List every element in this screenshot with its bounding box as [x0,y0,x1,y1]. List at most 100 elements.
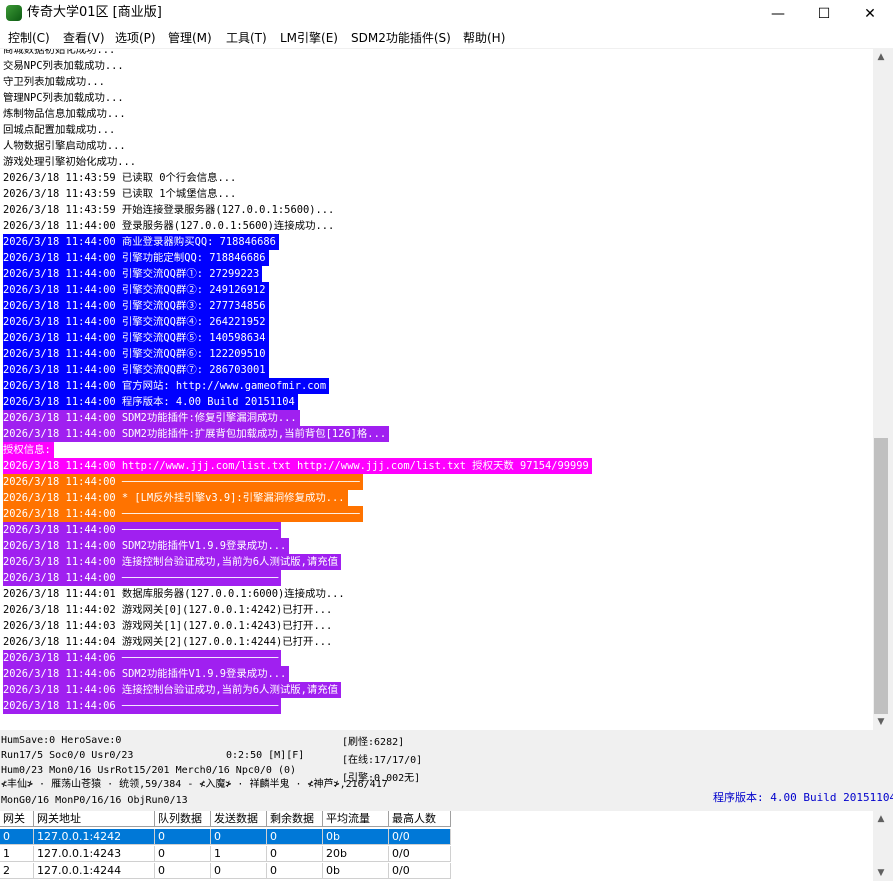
menu-lm-engine[interactable]: LM引擎(E) [280,30,338,46]
log-line: 2026/3/18 11:44:01 数据库服务器(127.0.0.1:6000… [3,586,348,602]
app-icon [6,5,22,21]
table-scrollbar[interactable]: ▲ ▼ [873,811,889,881]
log-line: 授权信息: [3,442,54,458]
menu-options[interactable]: 选项(P) [115,30,156,46]
log-line: 2026/3/18 11:44:04 游戏网关[2](127.0.0.1:424… [3,634,336,650]
log-line: 2026/3/18 11:44:06 ─────────────────────… [3,698,282,714]
table-cell: 127.0.0.1:4243 [34,846,155,862]
table-cell: 0/0 [389,846,451,862]
log-line: 2026/3/18 11:44:00 SDM2功能插件:扩展背包加载成功,当前背… [3,426,390,442]
log-line: 2026/3/18 11:44:00 引擎交流QQ群④: 264221952 [3,314,269,330]
table-cell: 0 [267,846,323,862]
table-cell: 0 [155,846,211,862]
log-line: 回城点配置加载成功... [3,122,119,138]
column-header[interactable]: 平均流量 [323,811,389,827]
log-output[interactable]: 商城数据初始化成功... 交易NPC列表加载成功... 守卫列表加载成功... 管理N… [0,49,873,730]
log-line: 2026/3/18 11:44:00 官方网站: http://www.game… [3,378,330,394]
scroll-thumb[interactable] [874,438,888,714]
log-line: 2026/3/18 11:44:02 游戏网关[0](127.0.0.1:424… [3,602,336,618]
log-line: 2026/3/18 11:44:00 ─────────────────────… [3,522,282,538]
scroll-down-icon[interactable]: ▼ [873,714,889,730]
status-online: [在线:17/17/0] [342,755,423,766]
table-cell: 0b [323,863,389,879]
gateway-table: 网关 网关地址 队列数据 发送数据 剩余数据 平均流量 最高人数 0 127.0.0.1:424… [0,811,873,881]
version-label: 程序版本: 4.00 Build 20151104 [713,791,893,804]
log-line: 游戏处理引擎初始化成功... [3,154,140,170]
log-line: 2026/3/18 11:43:59 开始连接登录服务器(127.0.0.1:5… [3,202,338,218]
table-cell: 0 [267,863,323,879]
table-cell: 0b [323,829,389,845]
log-line: 2026/3/18 11:43:59 已读取 1个城堡信息... [3,186,240,202]
status-engine: [引擎:0.002无] [342,773,421,784]
table-cell: 0 [155,829,211,845]
table-cell: 0 [211,863,267,879]
log-line: 2026/3/18 11:44:00 引擎功能定制QQ: 718846686 [3,250,269,266]
log-line: 守卫列表加载成功... [3,74,108,90]
column-header[interactable]: 剩余数据 [267,811,323,827]
log-scrollbar[interactable]: ▲ ▼ [873,49,889,730]
log-line: 2026/3/18 11:44:00 连接控制台验证成功,当前为6人测试版,请充… [3,554,342,570]
table-cell: 127.0.0.1:4242 [34,829,155,845]
table-cell: 0/0 [389,863,451,879]
table-cell: 2 [0,863,34,879]
menu-tools[interactable]: 工具(T) [226,30,267,46]
menu-help[interactable]: 帮助(H) [463,30,505,46]
log-line: 2026/3/18 11:44:00 SDM2功能插件:修复引擎漏洞成功... [3,410,300,426]
log-line: 2026/3/18 11:44:00 * [LM反外挂引擎v3.9]:引擎漏洞修… [3,490,348,506]
table-cell: 1 [211,846,267,862]
table-cell: 127.0.0.1:4244 [34,863,155,879]
log-line: 管理NPC列表加载成功... [3,90,127,106]
log-line: 2026/3/18 11:43:59 已读取 0个行会信息... [3,170,240,186]
maximize-button[interactable]: ☐ [801,0,847,28]
table-cell: 0 [155,863,211,879]
log-line: 商城数据初始化成功... [3,49,119,58]
table-cell: 0 [267,829,323,845]
title-bar: 传奇大学01区 [商业版] — ☐ ✕ [0,0,893,28]
scroll-up-icon[interactable]: ▲ [873,49,889,65]
status-refresh: [刷怪:6282] [342,737,405,748]
menu-sdm2-plugin[interactable]: SDM2功能插件(S) [351,30,451,46]
column-header[interactable]: 网关 [0,811,34,827]
log-line: 2026/3/18 11:44:00 ─────────────────────… [3,506,363,522]
status-boss: ≮丰仙≯ · 雁荡山苍猿 · 统领,59/384 - ≮入魔≯ · 祥麟半鬼 ·… [1,779,388,790]
column-header[interactable]: 最高人数 [389,811,451,827]
menu-control[interactable]: 控制(C) [8,30,50,46]
status-panel: HumSave:0 HeroSave:0 Run17/5 Soc0/0 Usr0… [0,734,893,809]
menu-view[interactable]: 查看(V) [63,30,105,46]
column-header[interactable]: 发送数据 [211,811,267,827]
table-scroll-up-icon[interactable]: ▲ [873,811,889,827]
table-cell: 0/0 [389,829,451,845]
status-mon: MonG0/16 MonP0/16/16 ObjRun0/13 [1,795,188,806]
close-button[interactable]: ✕ [847,0,893,28]
status-hum: Hum0/23 Mon0/16 UsrRot15/201 Merch0/16 N… [1,765,297,776]
table-cell: 0 [0,829,34,845]
table-scroll-down-icon[interactable]: ▼ [873,865,889,881]
window-title: 传奇大学01区 [商业版] [27,5,162,20]
log-line: 2026/3/18 11:44:00 登录服务器(127.0.0.1:5600)… [3,218,338,234]
log-line: 2026/3/18 11:44:06 SDM2功能插件V1.9.9登录成功... [3,666,290,682]
log-line: 炼制物品信息加载成功... [3,106,129,122]
log-line: 2026/3/18 11:44:00 引擎交流QQ群⑥: 122209510 [3,346,269,362]
log-line: 2026/3/18 11:44:00 引擎交流QQ群②: 249126912 [3,282,269,298]
status-time: 0:2:50 [M][F] [226,750,305,761]
menu-manage[interactable]: 管理(M) [168,30,212,46]
log-line: 2026/3/18 11:44:00 商业登录器购买QQ: 718846686 [3,234,279,250]
log-line: 2026/3/18 11:44:00 程序版本: 4.00 Build 2015… [3,394,298,410]
log-line: 人物数据引擎启动成功... [3,138,129,154]
minimize-button[interactable]: — [755,0,801,28]
status-save: HumSave:0 HeroSave:0 [1,735,122,746]
log-line: 2026/3/18 11:44:00 ─────────────────────… [3,570,282,586]
column-header[interactable]: 队列数据 [155,811,211,827]
column-header[interactable]: 网关地址 [34,811,155,827]
table-cell: 1 [0,846,34,862]
menu-bar: 控制(C) 查看(V) 选项(P) 管理(M) 工具(T) LM引擎(E) SD… [0,28,893,48]
log-line: 2026/3/18 11:44:06 连接控制台验证成功,当前为6人测试版,请充… [3,682,342,698]
table-cell: 0 [211,829,267,845]
log-line: 2026/3/18 11:44:00 引擎交流QQ群⑤: 140598634 [3,330,269,346]
log-line: 2026/3/18 11:44:00 引擎交流QQ群①: 27299223 [3,266,263,282]
status-run: Run17/5 Soc0/0 Usr0/23 [1,750,134,761]
log-line: 2026/3/18 11:44:03 游戏网关[1](127.0.0.1:424… [3,618,336,634]
log-line: 2026/3/18 11:44:00 http://www.jjj.com/li… [3,458,592,474]
table-cell: 20b [323,846,389,862]
log-line: 交易NPC列表加载成功... [3,58,127,74]
